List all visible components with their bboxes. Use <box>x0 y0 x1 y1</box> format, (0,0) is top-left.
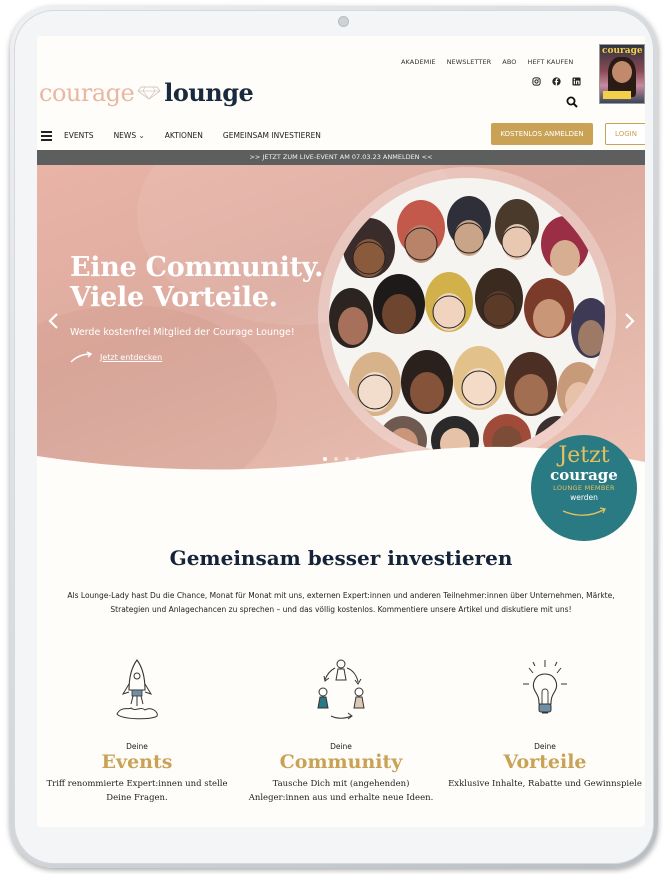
menu-item-news-label: NEWS <box>113 131 137 140</box>
nav-heft-kaufen[interactable]: HEFT KAUFEN <box>528 58 574 66</box>
site-logo[interactable]: courage lounge <box>39 78 254 107</box>
hero-slider: Eine Community. Viele Vorteile. Werde ko… <box>37 165 645 472</box>
camera-icon <box>338 16 349 27</box>
chevron-left-icon[interactable] <box>47 311 59 335</box>
rocket-icon <box>116 659 158 720</box>
hero-title: Eine Community. Viele Vorteile. <box>70 253 323 313</box>
hero-cta-link[interactable]: Jetzt entdecken <box>70 351 162 363</box>
feature-community[interactable]: Deine Community Tausche Dich mit (angehe… <box>241 656 441 805</box>
member-badge[interactable]: Jetzt courage LOUNGE MEMBER werden <box>531 435 637 541</box>
hero-title-line1: Eine Community. <box>70 252 324 283</box>
feature-events-title: Events <box>101 751 173 773</box>
diamond-icon <box>137 86 161 100</box>
feature-community-pre: Deine <box>330 742 352 751</box>
feature-community-desc: Tausche Dich mit (angehenden) Anleger:in… <box>248 779 434 803</box>
swoosh-arrow-icon <box>70 351 93 363</box>
badge-line4: werden <box>570 493 598 502</box>
instagram-icon[interactable] <box>532 77 541 86</box>
nav-akademie[interactable]: AKADEMIE <box>401 58 436 66</box>
chevron-right-icon[interactable] <box>624 311 636 335</box>
web-page: AKADEMIE NEWSLETTER ABO HEFT KAUFEN cour… <box>37 36 645 827</box>
magazine-title: courage <box>602 46 643 56</box>
hero-cta-label: Jetzt entdecken <box>100 352 163 362</box>
badge-line1: Jetzt <box>558 443 610 468</box>
community-icon <box>317 659 365 720</box>
logo-courage: courage <box>39 78 135 107</box>
menu-item-gemeinsam-investieren[interactable]: GEMEINSAM INVESTIEREN <box>223 131 321 140</box>
magazine-cover[interactable]: courage <box>599 44 645 104</box>
section-text: Als Lounge-Lady hast Du die Chance, Mona… <box>67 591 615 614</box>
hero-title-line2: Viele Vorteile. <box>70 282 278 313</box>
feature-events[interactable]: Deine Events Triff renommierte Expert:in… <box>37 656 237 805</box>
feature-vorteile[interactable]: Deine Vorteile Exklusive Inhalte, Rabatt… <box>445 656 645 791</box>
linkedin-icon[interactable] <box>572 77 581 86</box>
tablet-frame: AKADEMIE NEWSLETTER ABO HEFT KAUFEN cour… <box>10 6 658 868</box>
hero-subtitle: Werde kostenfrei Mitglied der Courage Lo… <box>70 327 295 338</box>
menu-item-aktionen[interactable]: AKTIONEN <box>165 131 203 140</box>
main-menu: EVENTS NEWS ⌄ AKTIONEN GEMEINSAM INVESTI… <box>64 131 321 140</box>
chevron-down-icon: ⌄ <box>138 131 145 140</box>
magazine-cover-strip <box>603 91 631 99</box>
lightbulb-icon <box>523 660 567 714</box>
hamburger-menu-icon[interactable] <box>41 131 52 141</box>
section-title: Gemeinsam besser investieren <box>169 546 513 570</box>
logo-lounge: lounge <box>164 78 254 107</box>
feature-vorteile-pre: Deine <box>534 742 556 751</box>
badge-line3: LOUNGE MEMBER <box>553 484 615 492</box>
signup-button[interactable]: KOSTENLOS ANMELDEN <box>491 123 593 145</box>
facebook-icon[interactable] <box>552 77 561 86</box>
magazine-cover-face <box>612 61 632 83</box>
nav-abo[interactable]: ABO <box>502 58 516 66</box>
menu-item-events[interactable]: EVENTS <box>64 131 94 140</box>
feature-events-pre: Deine <box>126 742 148 751</box>
social-links <box>532 77 581 86</box>
feature-vorteile-title: Vorteile <box>503 751 587 773</box>
event-banner[interactable]: >> JETZT ZUM LIVE-EVENT AM 07.03.23 ANME… <box>37 150 645 165</box>
search-icon[interactable] <box>566 93 578 108</box>
hero-illustration-women <box>329 178 605 454</box>
feature-vorteile-desc: Exklusive Inhalte, Rabatte und Gewinnspi… <box>448 779 642 789</box>
login-button[interactable]: LOGIN <box>605 123 645 145</box>
menu-item-news[interactable]: NEWS ⌄ <box>114 131 145 140</box>
swoosh-icon <box>562 507 606 516</box>
badge-line2: courage <box>550 466 618 484</box>
top-nav: AKADEMIE NEWSLETTER ABO HEFT KAUFEN <box>401 58 573 66</box>
feature-community-title: Community <box>279 751 403 773</box>
feature-events-desc: Triff renommierte Expert:innen und stell… <box>46 779 228 803</box>
nav-newsletter[interactable]: NEWSLETTER <box>447 58 492 66</box>
